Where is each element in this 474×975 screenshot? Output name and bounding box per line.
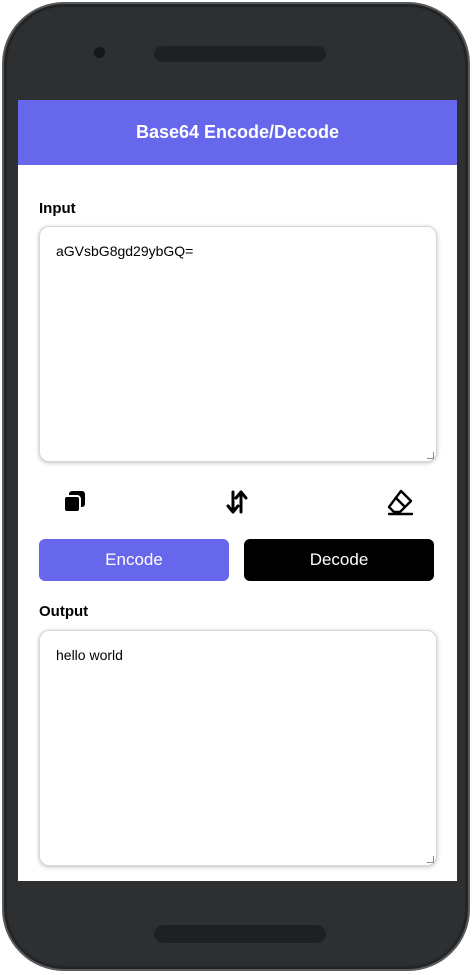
input-textarea[interactable]: aGVsbG8gd29ybGQ= [39,226,437,462]
resize-handle[interactable] [427,452,434,459]
app-title: Base64 Encode/Decode [135,122,340,142]
app-screen: Base64 Encode/Decode Input aGVsbG8gd29yb… [18,100,457,881]
clear-button[interactable] [384,486,416,518]
swap-button[interactable] [221,486,253,518]
copy-button[interactable] [58,486,90,518]
output-label: Output [39,603,89,620]
phone-frame: Base64 Encode/Decode Input aGVsbG8gd29yb… [0,0,474,975]
output-text: hello world [56,647,123,663]
swap-vertical-icon [226,490,248,514]
input-label: Input [39,200,76,217]
bottom-speaker [154,925,326,943]
resize-handle[interactable] [427,856,434,863]
earpiece-speaker [154,46,326,62]
encode-button[interactable]: Encode [39,539,229,581]
input-text: aGVsbG8gd29ybGQ= [56,243,194,259]
decode-button[interactable]: Decode [244,539,434,581]
app-bar: Base64 Encode/Decode [18,100,457,165]
copy-icon [63,491,85,513]
eraser-icon [387,489,414,516]
output-textarea[interactable]: hello world [39,630,437,866]
front-camera [94,47,105,58]
